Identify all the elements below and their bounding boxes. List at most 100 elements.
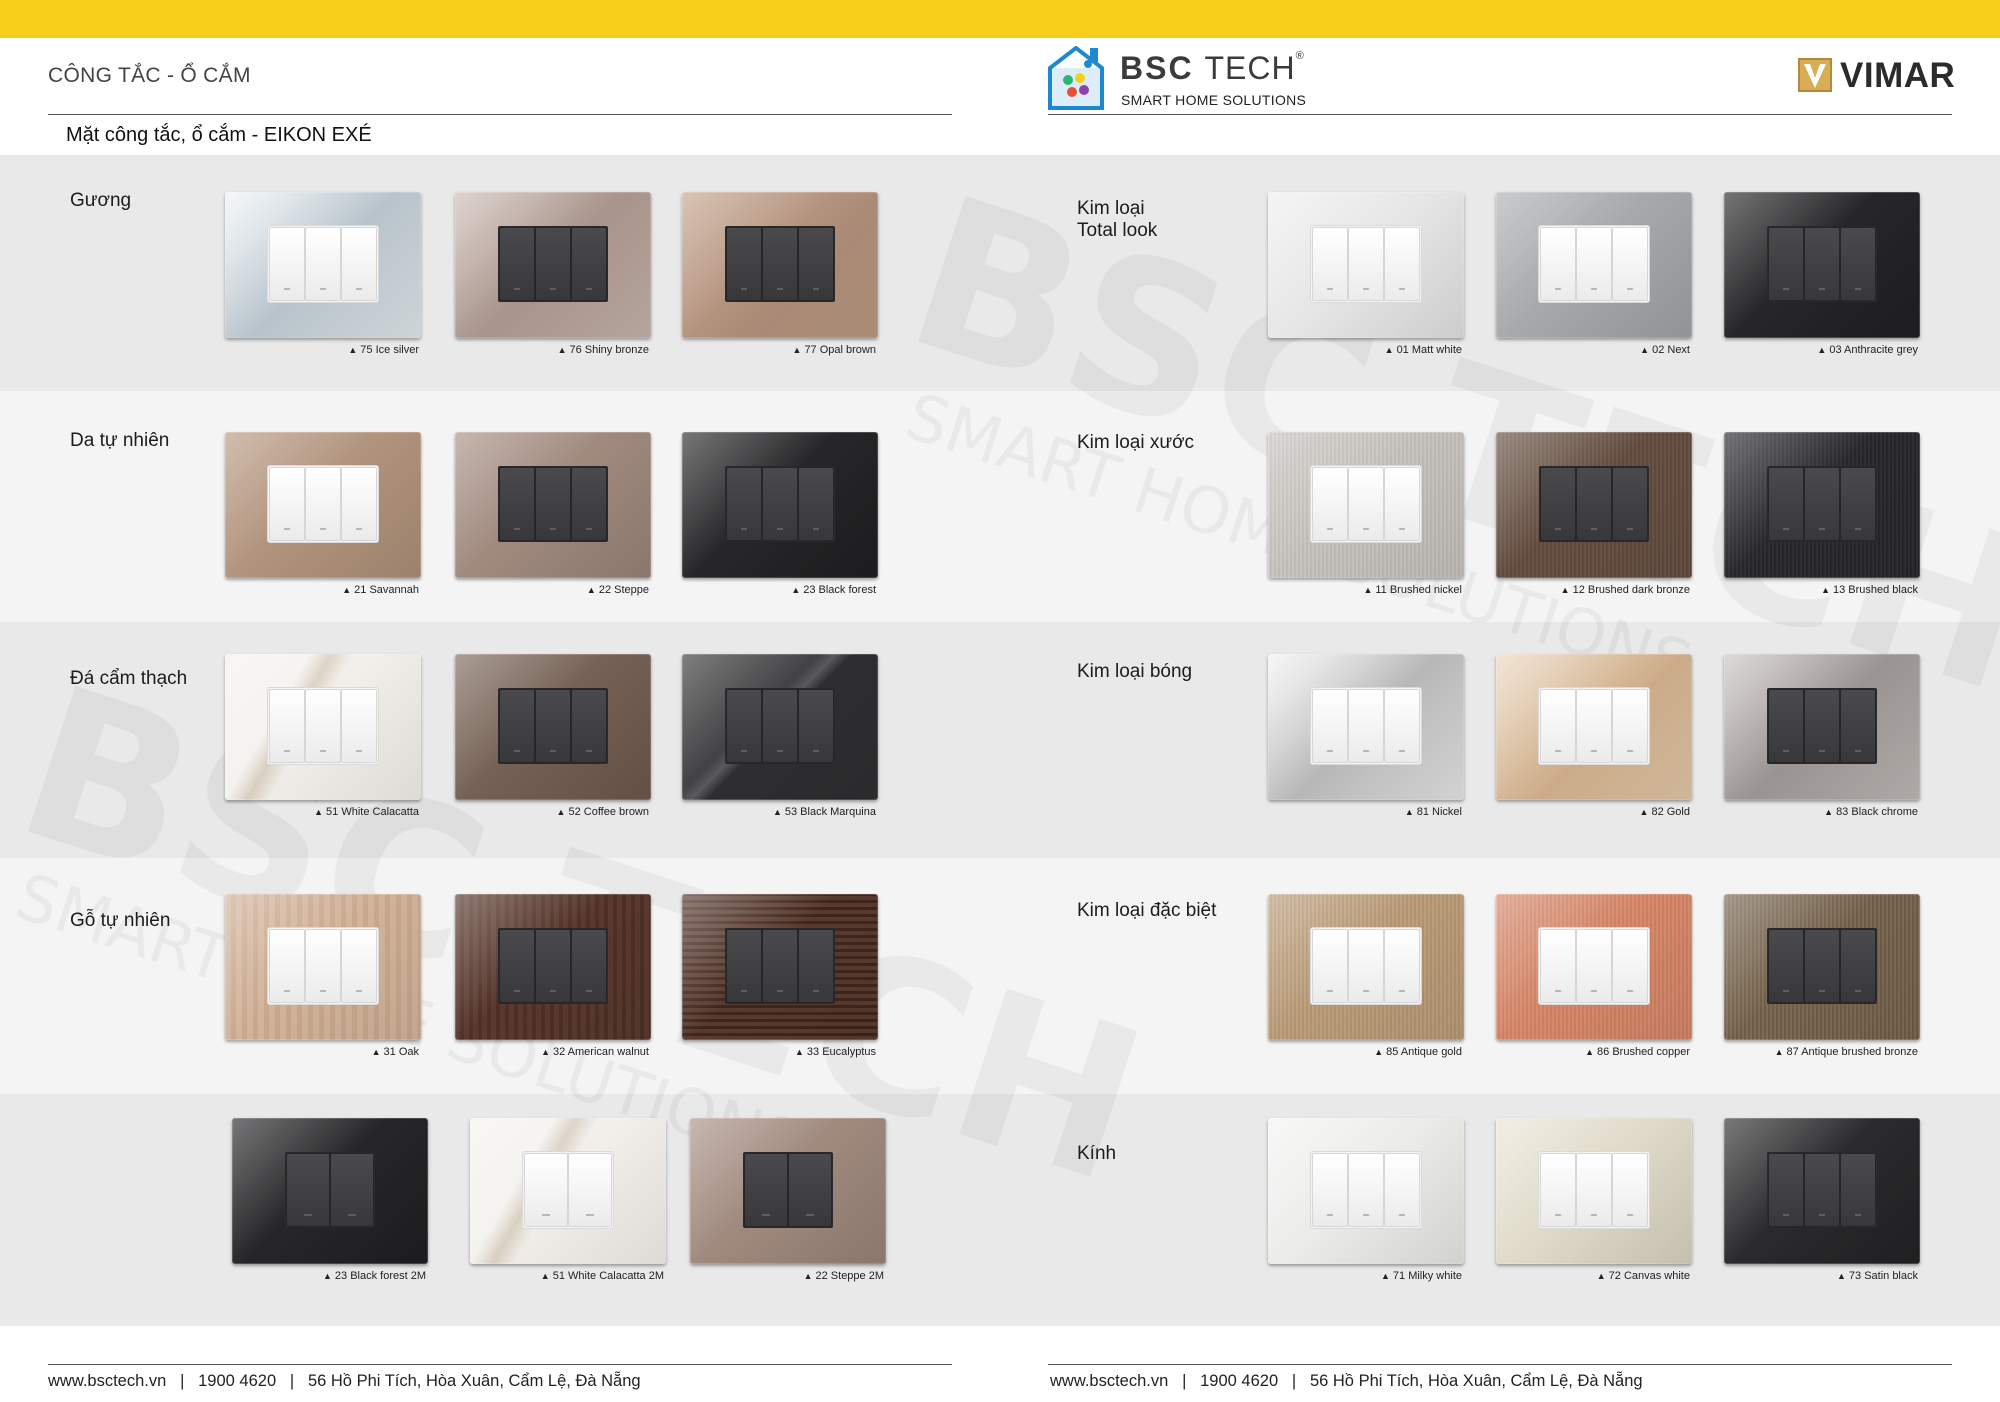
switch-plate-swatch: ▲ 33 Eucalyptus [682,894,878,1058]
triangle-marker-icon: ▲ [1836,1271,1846,1281]
swatch-label: ▲ 72 Canvas white [1496,1270,1692,1282]
swatch-name: Black chrome [1851,806,1918,818]
category-title-wood: Gỗ tự nhiên [70,910,171,931]
swatch-label: ▲ 52 Coffee brown [455,806,651,818]
swatch-name: Satin black [1864,1270,1918,1282]
bsc-tech-logo: BSC TECH® SMART HOME SOLUTIONS [1048,44,1308,114]
swatch-code: 52 [568,806,584,818]
rocker-key [763,930,797,1002]
footer-right: www.bsctech.vn | 1900 4620 | 56 Hồ Phi T… [1050,1372,1643,1391]
triangle-marker-icon: ▲ [322,1271,332,1281]
triangle-marker-icon: ▲ [1821,585,1830,595]
triangle-marker-icon: ▲ [803,1271,813,1281]
registered-mark: ® [1295,50,1306,62]
swatch-name: Coffee brown [583,806,649,818]
rocker-key [342,468,376,540]
cover-plate [1496,432,1692,578]
rocker-key [1769,228,1803,300]
page-subtitle: Mặt công tắc, ổ cắm - EIKON EXÉ [66,124,372,146]
swatch-label: ▲ 76 Shiny bronze [455,344,651,356]
rocker-switch-module [498,226,608,302]
rocker-switch-module [1767,226,1877,302]
swatch-code: 31 [383,1046,399,1058]
cover-plate [1268,1118,1464,1264]
rocker-key [500,690,534,762]
rocker-key [1577,690,1611,762]
swatch-code: 86 [1597,1046,1613,1058]
swatch-label: ▲ 77 Opal brown [682,344,878,356]
swatch-label: ▲ 21 Savannah [225,584,421,596]
section-title: CÔNG TẮC - Ổ CẮM [48,64,251,87]
switch-plate-swatch: ▲ 23 Black forest [682,432,878,596]
rocker-key [342,930,376,1002]
swatch-code: 22 [598,584,615,596]
vimar-wordmark: VIMAR [1840,56,1956,95]
rocker-key [1769,690,1803,762]
swatch-name: Brushed copper [1612,1046,1690,1058]
rocker-key [1541,930,1575,1002]
vimar-logo: VIMAR [1798,56,1958,96]
swatch-name: Brushed black [1848,584,1918,596]
triangle-marker-icon: ▲ [348,345,358,355]
swatch-code: 53 [784,806,801,818]
rocker-key [1313,690,1347,762]
rocker-key [1349,690,1383,762]
swatch-label: ▲ 22 Steppe [455,584,651,596]
rocker-key [799,468,833,540]
swatch-code: 85 [1386,1046,1401,1058]
rocker-key [1841,228,1875,300]
rocker-key [287,1154,329,1226]
rocker-key [306,930,340,1002]
switch-plate-swatch: ▲ 82 Gold [1496,654,1692,818]
rocker-switch-module [523,1152,613,1228]
rocker-switch-module [285,1152,375,1228]
triangle-marker-icon: ▲ [1374,1047,1384,1057]
swatch-code: 01 [1396,344,1412,356]
rocker-key [1841,930,1875,1002]
triangle-marker-icon: ▲ [1585,1047,1595,1057]
rocker-switch-module [725,688,835,764]
rocker-switch-module [1539,1152,1649,1228]
swatch-label: ▲ 87 Antique brushed bronze [1724,1046,1920,1058]
swatch-name: Milky white [1408,1270,1462,1282]
cover-plate [1268,432,1464,578]
swatch-name: White Calacatta 2M [568,1270,664,1282]
triangle-marker-icon: ▲ [541,1047,550,1057]
triangle-marker-icon: ▲ [556,807,566,817]
switch-plate-swatch: ▲ 52 Coffee brown [455,654,651,818]
cover-plate [455,192,651,338]
rocker-switch-module [725,466,835,542]
rocker-key [342,228,376,300]
switch-plate-swatch: ▲ 22 Steppe [455,432,651,596]
triangle-marker-icon: ▲ [1384,345,1394,355]
swatch-code: 73 [1848,1270,1865,1282]
switch-plate-swatch: ▲ 83 Black chrome [1724,654,1920,818]
footer-address: 56 Hồ Phi Tích, Hòa Xuân, Cẩm Lệ, Đà Nẵn… [1309,1372,1643,1390]
category-title-special-metal: Kim loại đặc biệt [1077,900,1217,921]
cover-plate [682,192,878,338]
rocker-key [1613,930,1647,1002]
switch-plate-swatch: ▲ 22 Steppe 2M [690,1118,886,1282]
swatch-code: 23 [803,584,819,596]
switch-plate-swatch: ▲ 86 Brushed copper [1496,894,1692,1058]
swatch-label: ▲ 31 Oak [225,1046,421,1058]
rocker-key [1805,690,1839,762]
footer-sep: | [1182,1372,1187,1390]
footer-sep: | [289,1372,295,1390]
cover-plate [690,1118,886,1264]
rocker-key [500,228,534,300]
rocker-switch-module [1767,1152,1877,1228]
rocker-switch-module [1311,1152,1421,1228]
swatch-label: ▲ 12 Brushed dark bronze [1496,584,1692,596]
swatch-code: 75 [360,344,376,356]
switch-plate-swatch: ▲ 73 Satin black [1724,1118,1920,1282]
rocker-key [1541,228,1575,300]
rocker-key [1313,228,1347,300]
rocker-key [500,468,534,540]
cover-plate [1496,1118,1692,1264]
rocker-switch-module [1539,466,1649,542]
triangle-marker-icon: ▲ [1404,807,1414,817]
swatch-label: ▲ 75 Ice silver [225,344,421,356]
rocker-key [306,468,340,540]
bsc-tagline: SMART HOME SOLUTIONS [1121,92,1307,108]
